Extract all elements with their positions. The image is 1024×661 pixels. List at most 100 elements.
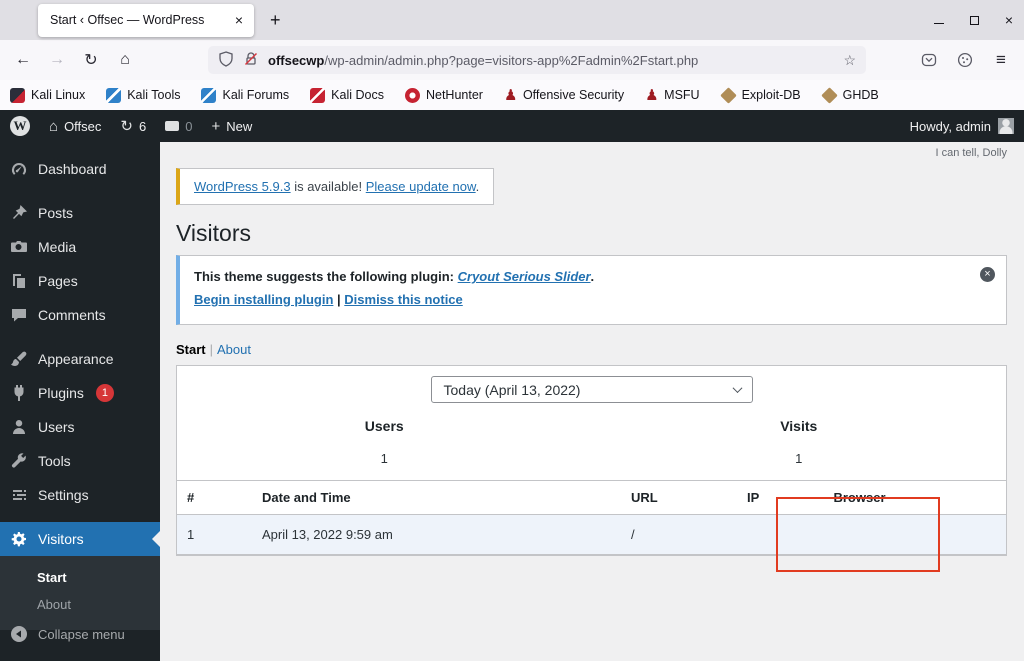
sidebar-item-label: Plugins: [38, 385, 84, 401]
sidebar-item-label: Users: [38, 419, 75, 435]
new-content-menu[interactable]: + New: [211, 118, 252, 135]
wordpress-version-link[interactable]: WordPress 5.9.3: [194, 179, 291, 194]
wp-logo-menu[interactable]: W: [10, 116, 30, 136]
view-about-link[interactable]: About: [217, 342, 251, 357]
theme-notice-suffix: .: [590, 269, 595, 284]
reload-icon[interactable]: ↻: [76, 45, 106, 75]
forward-icon[interactable]: →: [42, 45, 72, 75]
period-select[interactable]: Today (April 13, 2022): [430, 376, 753, 403]
sidebar-item-posts[interactable]: Posts: [0, 196, 160, 230]
sidebar-item-users[interactable]: Users: [0, 410, 160, 444]
howdy-label: Howdy, admin: [909, 118, 991, 134]
submenu-item-about[interactable]: About: [0, 591, 160, 618]
updates-menu[interactable]: ↻ 6: [120, 117, 146, 135]
shield-icon[interactable]: [218, 50, 234, 70]
bookmark-label: NetHunter: [425, 88, 483, 102]
comment-count: 0: [185, 118, 193, 134]
bookmark-msfu[interactable]: ♟ MSFU: [645, 88, 699, 103]
bookmark-kali-forums[interactable]: Kali Forums: [201, 87, 290, 103]
url-bar[interactable]: offsecwp/wp-admin/admin.php?page=visitor…: [208, 46, 866, 74]
navbar-right-cluster: ≡: [914, 45, 1016, 75]
url-text[interactable]: offsecwp/wp-admin/admin.php?page=visitor…: [268, 53, 834, 68]
bookmark-ghdb[interactable]: GHDB: [820, 86, 879, 104]
browser-tab[interactable]: Start ‹ Offsec — WordPress ×: [38, 3, 254, 37]
wp-admin-bar: W ⌂ Offsec ↻ 6 0 + New Howdy, admin: [0, 110, 1024, 142]
wordpress-logo-icon: W: [10, 116, 30, 136]
comments-icon: [165, 121, 180, 131]
sidebar-item-media[interactable]: Media: [0, 230, 160, 264]
cookie-icon[interactable]: [950, 45, 980, 75]
pocket-icon[interactable]: [914, 45, 944, 75]
maximize-button[interactable]: [967, 13, 981, 27]
bookmark-kali-linux[interactable]: Kali Linux: [10, 87, 85, 103]
kali-docs-favicon: [310, 87, 326, 103]
sidebar-item-dashboard[interactable]: Dashboard: [0, 152, 160, 186]
stat-visits: Visits 1: [592, 403, 1007, 480]
new-tab-button[interactable]: +: [270, 10, 281, 31]
collapse-menu-button[interactable]: Collapse menu: [0, 617, 160, 651]
sidebar-item-label: Visitors: [38, 531, 84, 547]
comments-menu[interactable]: 0: [165, 119, 192, 134]
sidebar-item-settings[interactable]: Settings: [0, 478, 160, 512]
submenu-item-start[interactable]: Start: [0, 564, 160, 591]
stats-row: Users 1 Visits 1: [177, 403, 1006, 480]
minimize-button[interactable]: [932, 13, 946, 27]
collapse-menu-label: Collapse menu: [38, 626, 125, 642]
bookmark-label: Kali Docs: [331, 88, 384, 102]
insecure-lock-icon[interactable]: [243, 51, 259, 70]
bookmark-offensive-security[interactable]: ♟ Offensive Security: [504, 88, 624, 103]
theme-notice-line1: This theme suggests the following plugin…: [194, 269, 964, 284]
bookmarks-bar: Kali Linux Kali Tools Kali Forums Kali D…: [0, 80, 1024, 110]
theme-plugin-notice: This theme suggests the following plugin…: [176, 255, 1007, 325]
tab-title: Start ‹ Offsec — WordPress: [50, 13, 205, 27]
offsec-favicon: ♟: [503, 86, 518, 104]
sidebar-item-label: Media: [38, 239, 77, 255]
exploit-db-favicon: [719, 86, 737, 104]
hamburger-menu-icon[interactable]: ≡: [986, 45, 1016, 75]
hello-dolly-lyric: I can tell, Dolly: [935, 147, 1007, 159]
msfu-favicon: ♟: [645, 86, 659, 104]
tab-close-icon[interactable]: ×: [231, 12, 247, 28]
cell-url: /: [621, 514, 737, 555]
nethunter-favicon: [404, 87, 420, 103]
begin-installing-link[interactable]: Begin installing plugin: [194, 292, 333, 307]
sidebar-item-comments[interactable]: Comments: [0, 298, 160, 332]
collapse-arrow-icon: [11, 626, 27, 642]
sidebar-item-tools[interactable]: Tools: [0, 444, 160, 478]
plugin-link[interactable]: Cryout Serious Slider: [458, 269, 591, 284]
cell-datetime: April 13, 2022 9:59 am: [252, 514, 621, 555]
plus-icon: +: [211, 117, 221, 135]
close-window-button[interactable]: ×: [1002, 12, 1016, 28]
theme-notice-text: This theme suggests the following plugin…: [194, 269, 458, 284]
dismiss-icon[interactable]: ×: [980, 267, 995, 282]
dismiss-notice-link[interactable]: Dismiss this notice: [344, 292, 462, 307]
camera-icon: [11, 241, 27, 252]
browser-navbar: ← → ↻ ⌂ offsecwp/wp-admin/admin.php?page…: [0, 40, 1024, 80]
update-count: 6: [138, 118, 147, 134]
sidebar-item-label: Settings: [38, 487, 89, 503]
sidebar-item-visitors[interactable]: Visitors: [0, 522, 160, 556]
sidebar-item-plugins[interactable]: Plugins 1: [0, 376, 160, 410]
home-icon[interactable]: ⌂: [110, 45, 140, 75]
view-start[interactable]: Start: [176, 342, 206, 357]
update-now-link[interactable]: Please update now: [366, 179, 476, 194]
bookmark-nethunter[interactable]: NetHunter: [404, 87, 483, 103]
bookmark-kali-docs[interactable]: Kali Docs: [310, 87, 384, 103]
bookmark-kali-tools[interactable]: Kali Tools: [106, 87, 180, 103]
kali-linux-favicon: [10, 87, 25, 103]
my-account-menu[interactable]: Howdy, admin: [910, 118, 1014, 134]
bookmark-star-icon[interactable]: ☆: [843, 52, 856, 69]
ghdb-favicon: [820, 86, 838, 104]
col-header-filler: [942, 480, 1006, 515]
kali-forums-favicon: [201, 87, 217, 103]
sidebar-item-appearance[interactable]: Appearance: [0, 342, 160, 376]
cell-ip: [737, 514, 777, 555]
bookmark-exploit-db[interactable]: Exploit-DB: [719, 86, 801, 104]
bookmark-label: MSFU: [664, 88, 700, 102]
sidebar-item-label: Posts: [38, 205, 74, 221]
back-icon[interactable]: ←: [8, 45, 38, 75]
bookmark-label: Kali Forums: [222, 88, 290, 102]
sidebar-item-pages[interactable]: Pages: [0, 264, 160, 298]
site-name-menu[interactable]: ⌂ Offsec: [49, 118, 101, 135]
wordpress-update-notice: WordPress 5.9.3 is available! Please upd…: [176, 168, 495, 205]
